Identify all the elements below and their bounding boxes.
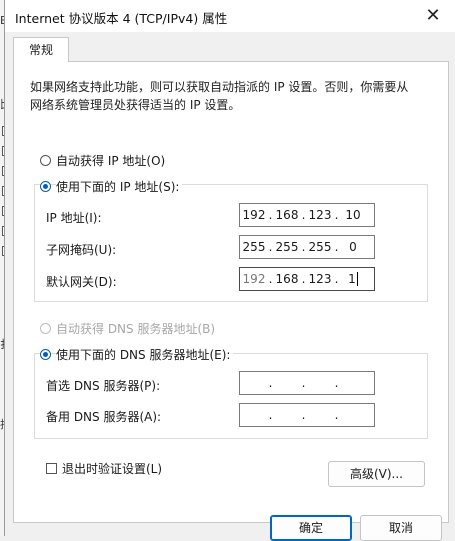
auto-ip-label[interactable]: 自动获得 IP 地址(O) [56,152,165,169]
advanced-button[interactable]: 高级(V)... [328,461,425,487]
alternate-dns-label: 备用 DNS 服务器(A): [46,410,162,424]
default-gateway-field[interactable]: 192. 168. 123. 1 [239,267,375,291]
text-caret [356,272,358,287]
validate-on-exit-checkbox[interactable] [46,463,57,474]
auto-dns-label[interactable]: 自动获得 DNS 服务器地址(B) [56,320,215,337]
preferred-dns-label: 首选 DNS 服务器(P): [46,379,161,393]
tcpip-properties-dialog: Internet 协议版本 4 (TCP/IPv4) 属性 ✕ 常规 如果网络支… [4,0,455,541]
auto-ip-radio[interactable] [40,155,51,166]
ip-address-field[interactable]: 192. 168. 123. 10 [239,203,375,227]
manual-dns-radio[interactable] [40,349,51,360]
preferred-dns-field[interactable]: . . . [239,371,375,395]
manual-dns-label[interactable]: 使用下面的 DNS 服务器地址(E): [56,346,234,363]
manual-ip-radio[interactable] [40,181,51,192]
validate-on-exit-label[interactable]: 退出时验证设置(L) [62,460,162,477]
close-icon[interactable]: ✕ [416,4,450,28]
description-text: 如果网络支持此功能，则可以获取自动指派的 IP 设置。否则，你需要从网络系统管理… [30,80,409,112]
ip-address-label: IP 地址(I): [46,211,102,225]
alternate-dns-field[interactable]: . . . [239,403,375,427]
cancel-button[interactable]: 取消 [360,515,442,541]
manual-ip-label[interactable]: 使用下面的 IP 地址(S): [56,178,183,195]
subnet-mask-field[interactable]: 255. 255. 255. 0 [239,235,375,259]
subnet-mask-label: 子网掩码(U): [46,243,117,257]
auto-dns-radio[interactable] [40,323,51,334]
tab-general[interactable]: 常规 [13,37,69,62]
default-gateway-label: 默认网关(D): [46,275,117,289]
title-bar: Internet 协议版本 4 (TCP/IPv4) 属性 ✕ [5,0,455,32]
ok-button[interactable]: 确定 [270,515,352,541]
dialog-title: Internet 协议版本 4 (TCP/IPv4) 属性 [15,11,228,26]
